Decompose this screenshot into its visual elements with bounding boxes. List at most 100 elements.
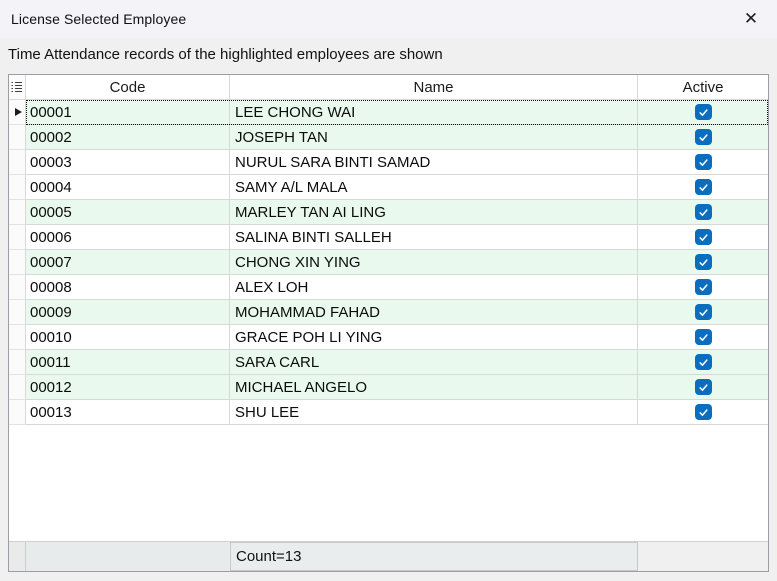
table-row[interactable]: 00002 JOSEPH TAN <box>9 125 768 150</box>
active-checkbox[interactable] <box>694 254 712 270</box>
footer-active-cell <box>638 542 768 571</box>
row-cells: 00003 NURUL SARA BINTI SAMAD <box>26 150 768 175</box>
row-indicator[interactable] <box>9 300 26 325</box>
cell-active <box>638 150 768 175</box>
cell-active <box>638 275 768 300</box>
row-indicator[interactable] <box>9 275 26 300</box>
active-checkbox[interactable] <box>694 279 712 295</box>
close-button[interactable]: ✕ <box>729 0 773 37</box>
row-cells: 00012 MICHAEL ANGELO <box>26 375 768 400</box>
table-row[interactable]: 00011 SARA CARL <box>9 350 768 375</box>
cell-active <box>638 100 768 125</box>
cell-code[interactable]: 00011 <box>26 350 230 375</box>
cell-active <box>638 125 768 150</box>
row-indicator[interactable] <box>9 125 26 150</box>
active-checkbox[interactable] <box>694 354 712 370</box>
focused-row-arrow-icon <box>14 108 22 116</box>
table-row[interactable]: 00006 SALINA BINTI SALLEH <box>9 225 768 250</box>
table-row[interactable]: 00013 SHU LEE <box>9 400 768 425</box>
table-row[interactable]: 00010 GRACE POH LI YING <box>9 325 768 350</box>
dialog-window: License Selected Employee ✕ Time Attenda… <box>0 0 777 581</box>
cell-code[interactable]: 00001 <box>26 100 230 125</box>
checkmark-icon <box>698 283 708 291</box>
checkmark-icon <box>698 383 708 391</box>
cell-name[interactable]: MOHAMMAD FAHAD <box>230 300 638 325</box>
employee-grid: Code Name Active 00001 LEE CHONG WAI 00002… <box>8 74 769 572</box>
active-checkbox[interactable] <box>694 129 712 145</box>
cell-name[interactable]: NURUL SARA BINTI SAMAD <box>230 150 638 175</box>
cell-code[interactable]: 00007 <box>26 250 230 275</box>
cell-code[interactable]: 00012 <box>26 375 230 400</box>
active-checkbox[interactable] <box>694 229 712 245</box>
active-checkbox[interactable] <box>694 154 712 170</box>
active-checkbox[interactable] <box>694 304 712 320</box>
cell-code[interactable]: 00005 <box>26 200 230 225</box>
cell-name[interactable]: SALINA BINTI SALLEH <box>230 225 638 250</box>
row-indicator[interactable] <box>9 325 26 350</box>
table-row[interactable]: 00012 MICHAEL ANGELO <box>9 375 768 400</box>
cell-code[interactable]: 00006 <box>26 225 230 250</box>
active-checkbox[interactable] <box>694 179 712 195</box>
row-cells: 00007 CHONG XIN YING <box>26 250 768 275</box>
row-cells: 00010 GRACE POH LI YING <box>26 325 768 350</box>
checkmark-icon <box>698 258 708 266</box>
cell-code[interactable]: 00009 <box>26 300 230 325</box>
row-indicator[interactable] <box>9 150 26 175</box>
cell-name[interactable]: GRACE POH LI YING <box>230 325 638 350</box>
column-header-name[interactable]: Name <box>230 75 638 100</box>
table-row[interactable]: 00007 CHONG XIN YING <box>9 250 768 275</box>
cell-name[interactable]: MARLEY TAN AI LING <box>230 200 638 225</box>
cell-code[interactable]: 00013 <box>26 400 230 425</box>
grid-header-row: Code Name Active <box>9 75 768 100</box>
column-header-code[interactable]: Code <box>26 75 230 100</box>
status-footer: Count=13 <box>9 541 768 571</box>
row-indicator[interactable] <box>9 250 26 275</box>
cell-name[interactable]: LEE CHONG WAI <box>230 100 638 125</box>
table-row[interactable]: 00004 SAMY A/L MALA <box>9 175 768 200</box>
row-indicator[interactable] <box>9 350 26 375</box>
checkmark-icon <box>698 183 708 191</box>
cell-name[interactable]: SAMY A/L MALA <box>230 175 638 200</box>
cell-name[interactable]: MICHAEL ANGELO <box>230 375 638 400</box>
checkmark-icon <box>698 358 708 366</box>
active-checkbox[interactable] <box>694 379 712 395</box>
row-cells: 00005 MARLEY TAN AI LING <box>26 200 768 225</box>
cell-name[interactable]: CHONG XIN YING <box>230 250 638 275</box>
active-checkbox[interactable] <box>694 204 712 220</box>
cell-active <box>638 375 768 400</box>
table-row[interactable]: 00003 NURUL SARA BINTI SAMAD <box>9 150 768 175</box>
cell-active <box>638 325 768 350</box>
table-row[interactable]: 00008 ALEX LOH <box>9 275 768 300</box>
active-checkbox[interactable] <box>694 104 712 120</box>
footer-indicator-cell <box>9 542 26 571</box>
cell-active <box>638 175 768 200</box>
row-indicator[interactable] <box>9 375 26 400</box>
cell-code[interactable]: 00010 <box>26 325 230 350</box>
row-indicator[interactable] <box>9 200 26 225</box>
table-row[interactable]: 00001 LEE CHONG WAI <box>9 100 768 125</box>
row-indicator[interactable] <box>9 100 26 125</box>
table-row[interactable]: 00005 MARLEY TAN AI LING <box>9 200 768 225</box>
active-checkbox[interactable] <box>694 404 712 420</box>
cell-name[interactable]: SHU LEE <box>230 400 638 425</box>
row-cells: 00002 JOSEPH TAN <box>26 125 768 150</box>
row-indicator[interactable] <box>9 400 26 425</box>
cell-code[interactable]: 00008 <box>26 275 230 300</box>
cell-name[interactable]: ALEX LOH <box>230 275 638 300</box>
cell-name[interactable]: SARA CARL <box>230 350 638 375</box>
row-cells: 00009 MOHAMMAD FAHAD <box>26 300 768 325</box>
cell-code[interactable]: 00003 <box>26 150 230 175</box>
cell-active <box>638 225 768 250</box>
cell-code[interactable]: 00002 <box>26 125 230 150</box>
row-cells: 00008 ALEX LOH <box>26 275 768 300</box>
active-checkbox[interactable] <box>694 329 712 345</box>
row-indicator[interactable] <box>9 225 26 250</box>
row-indicator[interactable] <box>9 175 26 200</box>
cell-code[interactable]: 00004 <box>26 175 230 200</box>
table-row[interactable]: 00009 MOHAMMAD FAHAD <box>9 300 768 325</box>
cell-name[interactable]: JOSEPH TAN <box>230 125 638 150</box>
column-chooser-button[interactable] <box>9 75 26 100</box>
title-bar: License Selected Employee <box>0 0 777 38</box>
column-header-active[interactable]: Active <box>638 75 768 100</box>
cell-active <box>638 300 768 325</box>
